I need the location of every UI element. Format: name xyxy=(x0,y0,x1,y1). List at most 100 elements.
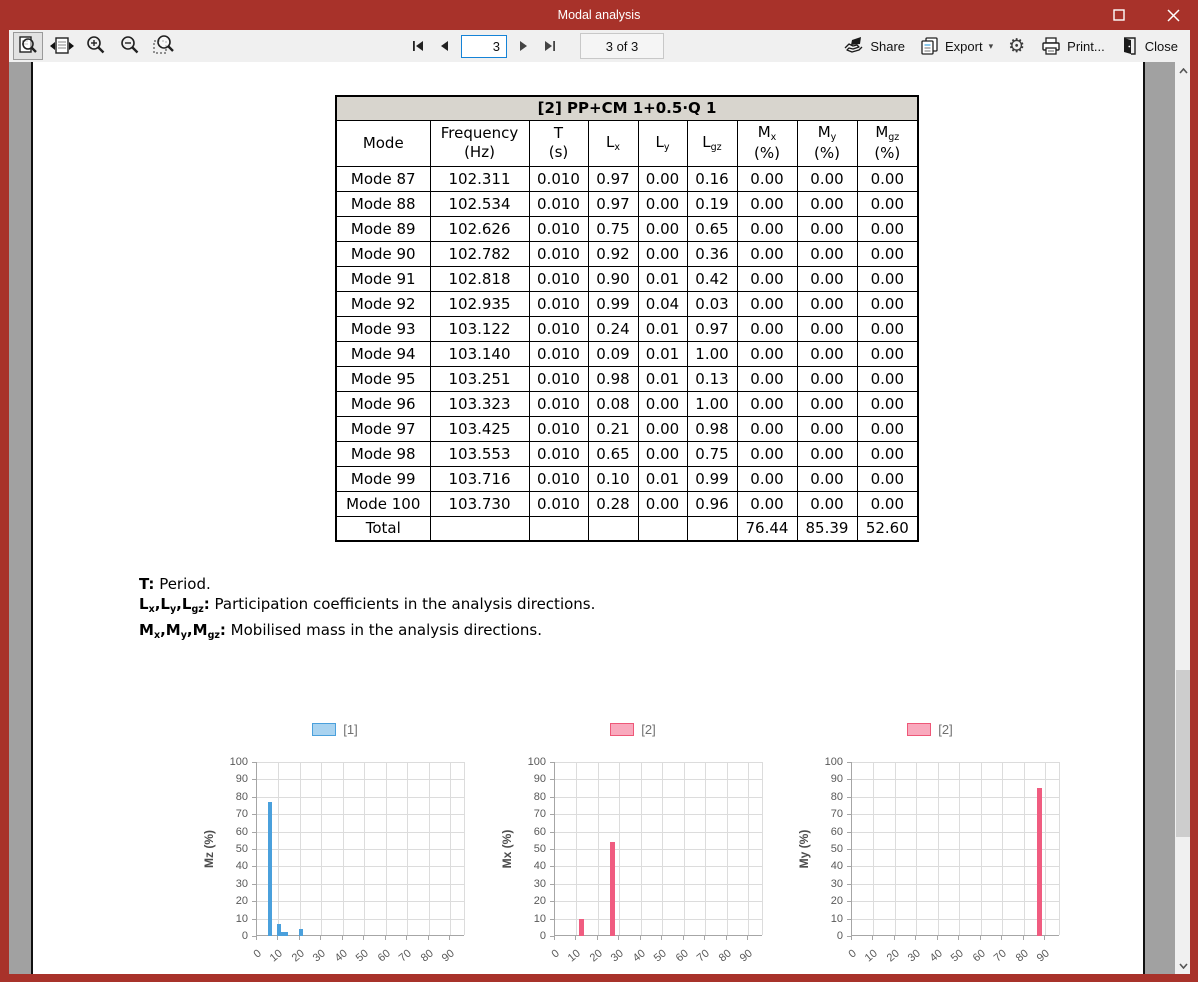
tick-mark xyxy=(847,762,851,763)
cell: 0.010 xyxy=(528,365,589,392)
cell: Mode 94 xyxy=(335,340,431,367)
gridline xyxy=(257,849,464,850)
cell: 0.00 xyxy=(796,465,858,492)
scrollbar-thumb[interactable] xyxy=(1176,670,1190,837)
cell: 0.00 xyxy=(637,390,688,417)
share-button[interactable]: Share xyxy=(839,33,909,59)
close-icon xyxy=(1166,8,1180,22)
tick-mark xyxy=(872,936,874,940)
cell: 0.04 xyxy=(637,290,688,317)
zoom-page-button[interactable] xyxy=(13,32,43,60)
cell: 0.00 xyxy=(796,365,858,392)
tick-mark xyxy=(550,779,554,781)
print-button[interactable]: Print... xyxy=(1036,33,1109,59)
tick-mark xyxy=(725,936,727,940)
tick-mark xyxy=(406,936,408,940)
cell: 0.00 xyxy=(736,340,798,367)
vertical-scrollbar[interactable] xyxy=(1175,62,1190,974)
chart-mx: [2] 0 10 20 30 40 50 60 70 80 90 100 0 10 20 30 40 50 60 70… xyxy=(497,720,769,974)
settings-button[interactable]: ⚙ xyxy=(1004,34,1029,59)
tick-mark xyxy=(639,936,641,940)
cell: 103.323 xyxy=(429,390,530,417)
gridline xyxy=(619,762,621,935)
cell: 103.730 xyxy=(429,490,530,517)
y-axis-title: My (%) xyxy=(797,829,811,869)
column-header-6: Mx (%) xyxy=(736,119,798,167)
cell: 0.13 xyxy=(686,365,738,392)
tick-mark xyxy=(550,814,554,816)
cell: 0.00 xyxy=(736,315,798,342)
fit-width-button[interactable] xyxy=(47,32,77,60)
next-page-button[interactable] xyxy=(512,34,534,58)
maximize-button[interactable] xyxy=(1108,4,1130,26)
tick-mark xyxy=(575,936,577,940)
cell: 0.00 xyxy=(856,465,919,492)
cell: 0.00 xyxy=(796,440,858,467)
x-tick-label: 0 xyxy=(251,947,264,961)
cell: 0.00 xyxy=(796,190,858,217)
scroll-down-button[interactable] xyxy=(1175,957,1190,974)
gridline xyxy=(726,762,728,935)
data-bar xyxy=(610,842,616,936)
previous-page-button[interactable] xyxy=(434,34,456,58)
x-tick-label: 70 xyxy=(396,947,414,965)
close-window-button[interactable] xyxy=(1162,4,1184,26)
last-page-icon xyxy=(545,41,555,51)
cell: 0.99 xyxy=(587,290,639,317)
x-tick-label: 80 xyxy=(716,947,734,965)
x-tick-label: 20 xyxy=(289,947,307,965)
tick-mark xyxy=(252,814,256,816)
scroll-up-button[interactable] xyxy=(1175,62,1190,79)
last-page-button[interactable] xyxy=(539,34,561,58)
cell: 0.97 xyxy=(686,315,738,342)
cell: 0.00 xyxy=(736,390,798,417)
gridline xyxy=(257,918,464,920)
page-number-input[interactable] xyxy=(461,34,507,58)
cell: 0.01 xyxy=(637,265,688,292)
cell: 102.534 xyxy=(429,190,530,217)
gridline xyxy=(705,762,707,935)
scroll-up-icon xyxy=(1179,67,1188,74)
gridline xyxy=(555,866,762,868)
tick-mark xyxy=(746,936,748,940)
gridline xyxy=(1002,762,1004,935)
x-tick-label: 30 xyxy=(311,947,329,965)
tick-mark xyxy=(1043,936,1045,940)
gridline xyxy=(449,762,451,935)
gridline xyxy=(321,762,323,935)
scroll-down-icon xyxy=(1179,962,1188,969)
tick-mark xyxy=(1001,936,1003,940)
close-viewer-button[interactable]: Close xyxy=(1116,33,1182,59)
cell: 0.00 xyxy=(736,165,798,192)
cell: 0.010 xyxy=(528,190,589,217)
data-bar xyxy=(299,929,304,936)
cell: Mode 98 xyxy=(335,440,431,467)
cell: 103.553 xyxy=(429,440,530,467)
export-button[interactable]: Export ▾ xyxy=(916,33,997,59)
gridline xyxy=(852,883,1059,885)
zoom-in-button[interactable] xyxy=(81,32,111,60)
cell: Mode 92 xyxy=(335,290,431,317)
zoom-window-button[interactable] xyxy=(149,32,179,60)
table-title: [2] PP+CM 1+0.5·Q 1 xyxy=(335,95,919,121)
chart-legend: [2] xyxy=(497,722,769,737)
cell: 0.42 xyxy=(686,265,738,292)
cell: 103.425 xyxy=(429,415,530,442)
y-axis-title: Mz (%) xyxy=(202,830,216,868)
tick-mark xyxy=(363,936,365,940)
zoom-out-button[interactable] xyxy=(115,32,145,60)
gridline xyxy=(278,762,280,935)
cell: 102.818 xyxy=(429,265,530,292)
gear-icon: ⚙ xyxy=(1008,34,1026,57)
cell: 0.00 xyxy=(637,490,688,517)
cell: 0.00 xyxy=(856,390,919,417)
cell: 0.96 xyxy=(686,490,738,517)
zoom-page-icon xyxy=(19,36,37,53)
next-page-icon xyxy=(520,41,527,51)
tick-mark xyxy=(847,849,851,850)
first-page-button[interactable] xyxy=(407,34,429,58)
gridline xyxy=(257,901,464,903)
previous-page-icon xyxy=(441,41,448,51)
gridline xyxy=(1044,762,1046,935)
tick-mark xyxy=(252,866,256,868)
